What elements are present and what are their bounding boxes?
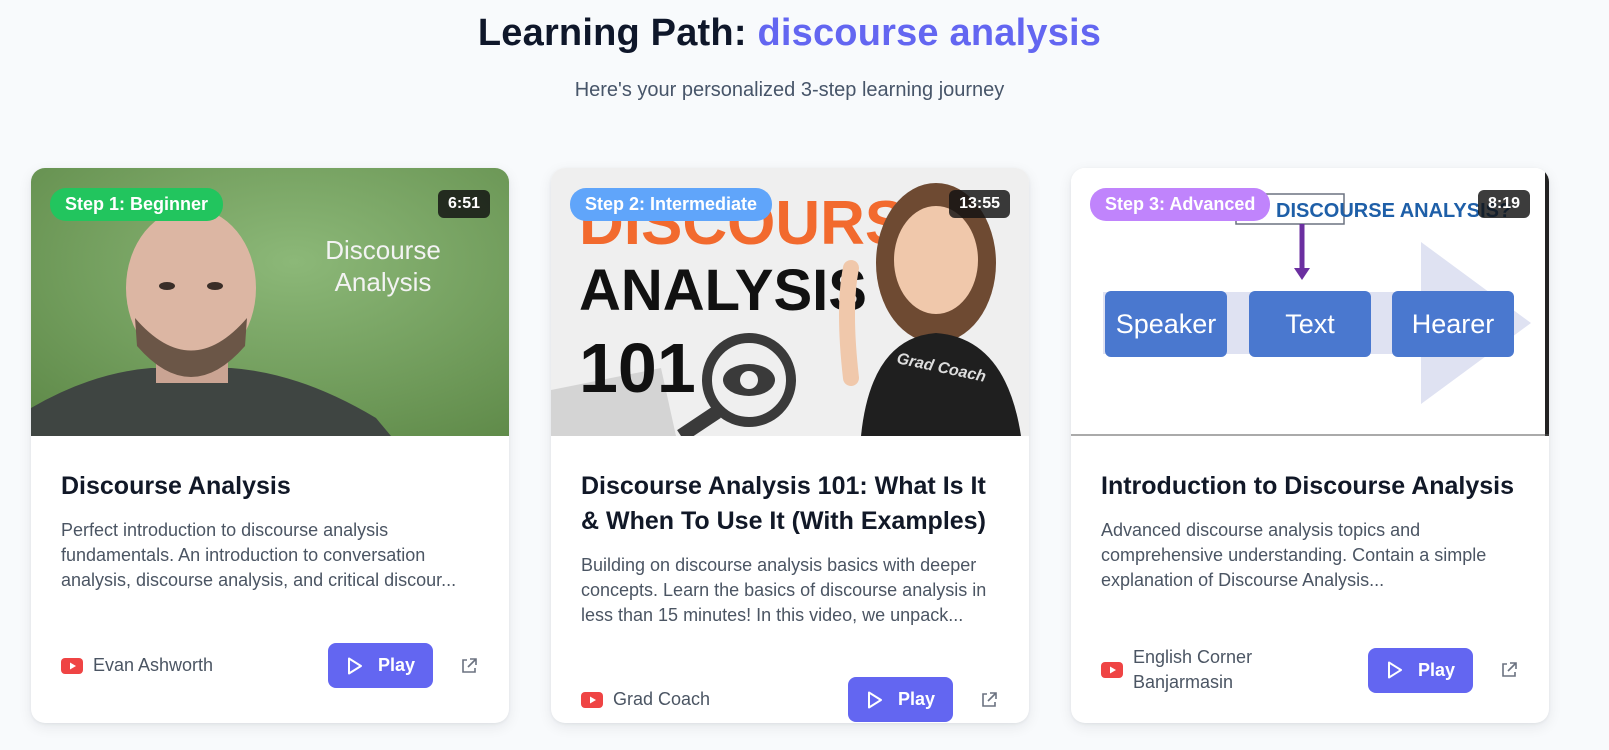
page-subtitle: Here's your personalized 3-step learning…	[574, 79, 1005, 101]
youtube-icon	[1101, 662, 1123, 678]
play-icon	[347, 657, 362, 674]
external-link-icon[interactable]	[1499, 660, 1519, 680]
channel-name: English Corner Banjarmasin	[1133, 647, 1253, 692]
video-description: Building on discourse analysis basics wi…	[581, 555, 987, 625]
video-card-step-1[interactable]: Discourse Analysis Step 1: Beginner 6:51…	[31, 168, 509, 723]
card-footer: English Corner Banjarmasin Play	[1101, 645, 1519, 695]
thumb-text-line-1: Discourse	[325, 235, 441, 265]
thumb-text-line-3: 101	[579, 329, 696, 407]
learning-path-cards: Discourse Analysis Step 1: Beginner 6:51…	[31, 168, 1549, 723]
play-button-label: Play	[377, 655, 415, 675]
channel-info: Grad Coach	[581, 687, 848, 712]
title-prefix: Learning Path:	[477, 12, 747, 54]
thumb-text-line-1: DISCOURSE ANALYSIS?	[1276, 200, 1511, 222]
channel-name: Grad Coach	[613, 689, 711, 709]
thumb-text-line-2: Speaker	[1116, 309, 1217, 339]
duration-badge: 8:19	[1477, 190, 1530, 218]
external-link-icon[interactable]	[459, 656, 479, 676]
channel-name: Evan Ashworth	[93, 655, 214, 675]
external-link-icon[interactable]	[979, 690, 999, 710]
channel-info: Evan Ashworth	[61, 653, 328, 678]
duration-badge: 13:55	[949, 190, 1010, 218]
video-card-step-3[interactable]: DISCOURSE ANALYSIS? Speaker Text Hearer …	[1071, 168, 1549, 723]
video-title[interactable]: Discourse Analysis 101: What Is It & Whe…	[581, 469, 999, 539]
channel-info: English Corner Banjarmasin	[1101, 645, 1368, 695]
play-button-label: Play	[897, 689, 935, 709]
video-thumbnail[interactable]: Discourse Analysis Step 1: Beginner 6:51	[31, 168, 509, 436]
play-button[interactable]: Play	[847, 677, 953, 722]
card-footer: Evan Ashworth Play	[61, 643, 479, 688]
video-title[interactable]: Discourse Analysis	[61, 469, 479, 504]
step-badge: Step 1: Beginner	[50, 188, 224, 221]
thumb-text-line-4: Hearer	[1412, 309, 1495, 339]
video-title[interactable]: Introduction to Discourse Analysis	[1101, 469, 1519, 504]
duration-badge: 6:51	[437, 190, 490, 218]
page-title: Learning Path: discourse analysis	[0, 12, 1579, 55]
video-description: Advanced discourse analysis topics and c…	[1101, 520, 1487, 590]
step-badge: Step 3: Advanced	[1090, 188, 1271, 221]
video-thumbnail[interactable]: DISCOURSE ANALYSIS 101 Grad Coach Step 2…	[551, 168, 1029, 436]
play-button-label: Play	[1417, 659, 1455, 680]
card-footer: Grad Coach Play	[581, 677, 999, 722]
video-thumbnail[interactable]: DISCOURSE ANALYSIS? Speaker Text Hearer …	[1071, 168, 1549, 436]
thumb-text-line-2: ANALYSIS	[579, 258, 867, 323]
play-icon	[1387, 661, 1402, 679]
play-button[interactable]: Play	[327, 643, 433, 688]
video-card-step-2[interactable]: DISCOURSE ANALYSIS 101 Grad Coach Step 2…	[551, 168, 1029, 723]
play-icon	[867, 691, 882, 708]
thumb-text-line-2: Analysis	[335, 267, 432, 297]
youtube-icon	[581, 691, 603, 708]
thumb-text-line-3: Text	[1285, 309, 1335, 339]
topic-name: discourse analysis	[757, 12, 1102, 54]
video-description: Perfect introduction to discourse analys…	[61, 520, 457, 590]
play-button[interactable]: Play	[1367, 647, 1473, 693]
step-badge: Step 2: Intermediate	[570, 188, 773, 221]
youtube-icon	[61, 657, 83, 674]
